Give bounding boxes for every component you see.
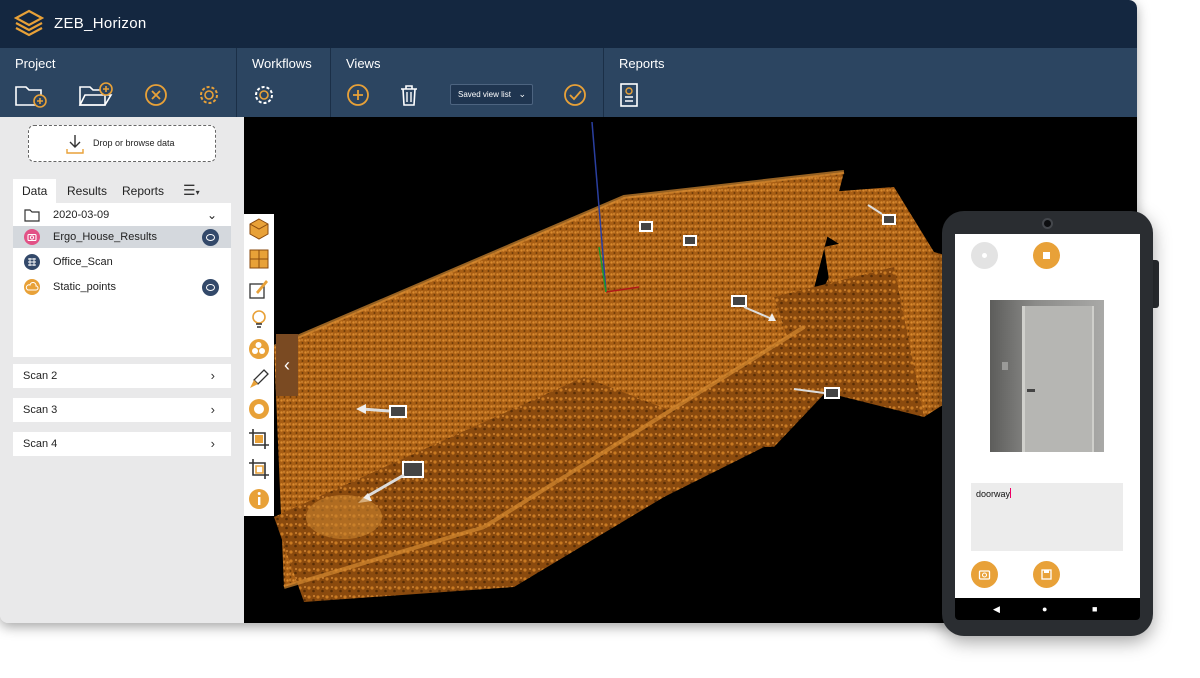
- group-label-workflows: Workflows: [252, 56, 312, 71]
- camera-capture-icon[interactable]: [971, 561, 998, 588]
- cloud-icon: [24, 279, 40, 295]
- top-view-icon[interactable]: [246, 246, 272, 272]
- data-panel: 2020-03-09 ⌄ Ergo_House_Results Office_S…: [13, 203, 231, 357]
- color-map-icon[interactable]: [246, 336, 272, 362]
- android-nav-bar: ◀ ● ■: [955, 598, 1140, 620]
- home-icon[interactable]: ●: [1042, 598, 1047, 620]
- visibility-eye-icon[interactable]: [202, 279, 219, 296]
- cloud-table: [306, 495, 382, 539]
- list-item[interactable]: Office_Scan: [13, 251, 231, 273]
- phone-side-button: [1153, 260, 1159, 308]
- record-icon[interactable]: [971, 242, 998, 269]
- app-title: ZEB_Horizon: [54, 15, 147, 32]
- crop-icon[interactable]: [246, 426, 272, 452]
- saved-view-label: Saved view list: [458, 90, 511, 99]
- crop-box-icon[interactable]: [246, 456, 272, 482]
- title-bar: ZEB_Horizon: [0, 0, 1137, 48]
- folder-label: 2020-03-09: [53, 209, 110, 221]
- saved-view-select[interactable]: Saved view list ⌄: [450, 84, 533, 105]
- item-label: Static_points: [53, 281, 116, 293]
- drop-browse-zone[interactable]: Drop or browse data: [28, 125, 216, 162]
- scan-row-2[interactable]: Scan 2 ›: [13, 364, 231, 388]
- phone-screen: doorway: [955, 234, 1140, 598]
- chevron-down-icon: ⌄: [518, 89, 526, 99]
- chevron-right-icon: ›: [210, 402, 215, 417]
- group-label-reports: Reports: [619, 56, 665, 71]
- report-icon[interactable]: [618, 81, 640, 109]
- tab-reports[interactable]: Reports: [113, 179, 173, 203]
- phone-device: doorway ◀ ● ■: [942, 211, 1153, 636]
- add-view-icon[interactable]: [345, 81, 371, 109]
- scan-row-4[interactable]: Scan 4 ›: [13, 432, 231, 456]
- chevron-right-icon: ›: [210, 436, 215, 451]
- brush-icon[interactable]: [246, 366, 272, 392]
- target-icon[interactable]: [246, 396, 272, 422]
- sidebar: Drop or browse data Data Results Reports…: [0, 117, 244, 623]
- workflow-settings-icon[interactable]: [251, 81, 277, 109]
- scan-row-3[interactable]: Scan 3 ›: [13, 398, 231, 422]
- scan-label: Scan 3: [23, 404, 58, 416]
- paint-icon[interactable]: [246, 276, 272, 302]
- grid-icon: [24, 254, 40, 270]
- scan-label: Scan 2: [23, 370, 58, 382]
- sidebar-tabs: Data Results Reports ☰▾: [13, 179, 231, 203]
- photo-marker[interactable]: [683, 235, 697, 246]
- recents-icon[interactable]: ■: [1092, 598, 1097, 620]
- stop-icon[interactable]: [1033, 242, 1060, 269]
- item-label: Ergo_House_Results: [53, 231, 157, 243]
- ribbon-group-reports: Reports: [604, 48, 1137, 117]
- camera-icon: [24, 229, 40, 245]
- new-project-icon[interactable]: [14, 81, 48, 109]
- view-toolstrip: [244, 214, 274, 516]
- phone-camera-icon: [1042, 218, 1053, 229]
- back-icon[interactable]: ◀: [993, 598, 1000, 620]
- apply-view-icon[interactable]: [562, 81, 588, 109]
- info-icon[interactable]: [246, 486, 272, 512]
- ribbon-group-views: Views: [331, 48, 604, 117]
- open-folder-icon[interactable]: [78, 81, 114, 109]
- zeb-logo-icon: [14, 9, 44, 37]
- note-text: doorway: [976, 489, 1011, 499]
- group-label-views: Views: [346, 56, 381, 71]
- list-item[interactable]: Static_points: [13, 276, 231, 298]
- note-textarea[interactable]: doorway: [971, 483, 1123, 551]
- close-project-icon[interactable]: [143, 81, 169, 109]
- folder-icon: [24, 209, 40, 222]
- photo-marker[interactable]: [639, 221, 653, 232]
- item-label: Office_Scan: [53, 256, 113, 268]
- download-icon: [66, 135, 84, 154]
- collapse-toolstrip-button[interactable]: ‹: [276, 334, 298, 396]
- settings-icon[interactable]: [196, 81, 222, 109]
- delete-view-icon[interactable]: [397, 81, 421, 109]
- ribbon-group-project: Project: [0, 48, 237, 117]
- tab-results[interactable]: Results: [58, 179, 116, 203]
- scan-label: Scan 4: [23, 438, 58, 450]
- drop-label: Drop or browse data: [93, 138, 175, 148]
- list-item[interactable]: Ergo_House_Results: [13, 226, 231, 248]
- chevron-right-icon: ›: [210, 368, 215, 383]
- folder-row[interactable]: 2020-03-09 ⌄: [13, 204, 231, 226]
- text-caret: [1010, 488, 1012, 498]
- visibility-eye-icon[interactable]: [202, 229, 219, 246]
- tab-data[interactable]: Data: [13, 179, 57, 203]
- hamburger-menu-icon[interactable]: ☰▾: [183, 179, 200, 203]
- ribbon-toolbar: Project Workflows Views Reports: [0, 48, 1137, 117]
- ribbon-group-workflows: Workflows: [237, 48, 331, 117]
- cube-view-icon[interactable]: [246, 216, 272, 242]
- chevron-down-icon: ⌄: [206, 208, 217, 222]
- captured-photo: [990, 300, 1104, 452]
- light-icon[interactable]: [246, 306, 272, 332]
- save-icon[interactable]: [1033, 561, 1060, 588]
- group-label-project: Project: [15, 56, 56, 71]
